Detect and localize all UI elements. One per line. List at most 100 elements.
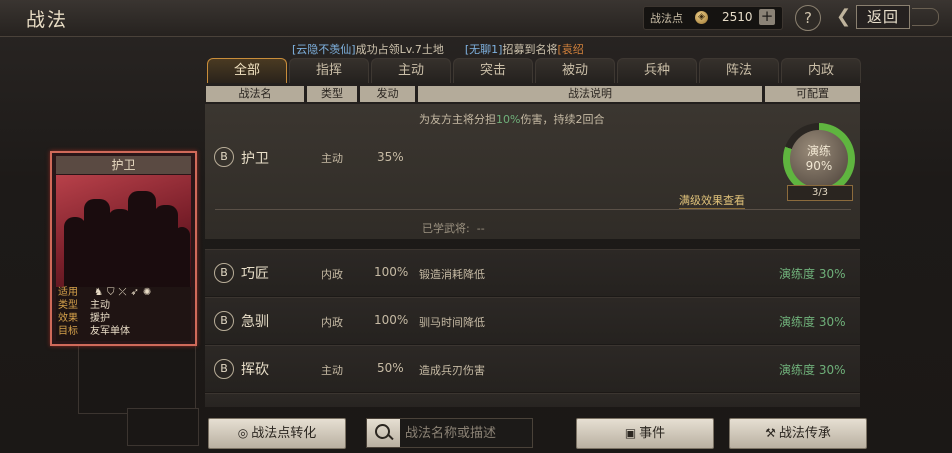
grade-badge: B [214, 359, 234, 379]
points-label: 战法点 [650, 12, 683, 25]
tactic-list[interactable]: B 护卫 主动 35% 为友方主将分担10%伤害，持续2回合 演练 90% 3/… [205, 104, 860, 407]
card-target-value: 友军单体 [90, 326, 130, 337]
tab-command[interactable]: 指挥 [289, 58, 369, 83]
coin-icon: ◈ [695, 11, 708, 24]
card-effect-row: 效果 援护 [58, 313, 110, 325]
card-suitable-row: 适用 ♞⛉⤫➶✺ [58, 287, 151, 299]
tactic-row[interactable]: B 巧匠 内政 100% 锻造消耗降低 演练度 30% [205, 249, 860, 296]
tab-internal[interactable]: 内政 [781, 58, 861, 83]
tactic-name: 巧匠 [241, 266, 269, 282]
inherit-tactic-label: 战法传承 [778, 426, 831, 441]
tactic-row[interactable]: B 挥砍 主动 50% 造成兵刃伤害 演练度 30% [205, 345, 860, 392]
tactic-description: 驯马时间降低 [419, 316, 485, 329]
card-type-label: 类型 [58, 300, 78, 311]
tab-active[interactable]: 主动 [371, 58, 451, 83]
spear-icon: ➶ [130, 287, 143, 298]
marquee-tail: [袁绍 [557, 43, 584, 56]
shield-icon: ⛉ [106, 287, 119, 298]
tab-all[interactable]: 全部 [207, 58, 287, 83]
column-header-desc: 战法说明 [418, 86, 762, 102]
cavalry-icon: ♞ [94, 287, 107, 298]
tactic-type: 主动 [321, 152, 343, 165]
search-icon[interactable] [367, 419, 400, 447]
learned-label: 已学武将: [422, 222, 470, 235]
category-tabs: 全部 指挥 主动 突击 被动 兵种 阵法 内政 [207, 58, 861, 84]
broadcast-marquee: [云隐不羡仙]成功占领Lv.7土地 [无聊1]招募到名将[袁绍 [292, 41, 584, 57]
top-bar: 战法 战法点 ◈ 2510 + ? ❮ 返回 [0, 0, 952, 37]
tab-passive[interactable]: 被动 [535, 58, 615, 83]
convert-icon: ◎ [237, 426, 249, 440]
card-title: 护卫 [56, 156, 191, 174]
card-stack-back [78, 340, 196, 414]
add-points-button[interactable]: + [759, 9, 775, 25]
learned-generals: 已学武将: -- [422, 220, 485, 236]
tactic-points-display: 战法点 ◈ 2510 + [643, 6, 783, 30]
search-input[interactable] [405, 419, 527, 447]
tactic-description: 锻造消耗降低 [419, 268, 485, 281]
siege-icon: ✺ [142, 287, 156, 298]
tactic-row-partial[interactable] [205, 393, 860, 407]
tactic-rate: 50% [377, 361, 404, 375]
tab-troop[interactable]: 兵种 [617, 58, 697, 83]
points-value: 2510 [722, 10, 753, 24]
grade-badge: B [214, 311, 234, 331]
inherit-tactic-button[interactable]: ⚒ 战法传承 [729, 418, 867, 449]
practice-label: 演练 [806, 144, 831, 158]
card-type-row: 类型 主动 [58, 300, 110, 312]
card-target-row: 目标 友军单体 [58, 326, 130, 338]
tactic-type: 内政 [321, 268, 343, 281]
events-label: 事件 [639, 426, 666, 441]
back-button[interactable]: ❮ 返回 [836, 4, 942, 30]
practice-count: 3/3 [787, 185, 853, 201]
desc-prefix: 为友方主将分担 [419, 113, 496, 126]
tactic-type: 内政 [321, 316, 343, 329]
tactic-rate: 100% [374, 313, 409, 327]
tactic-name: 急驯 [241, 314, 269, 330]
card-stack-back [127, 408, 199, 446]
marquee-text-1: 成功占领Lv.7土地 [355, 43, 444, 56]
tactic-name: 护卫 [241, 151, 269, 167]
max-effect-link[interactable]: 满级效果查看 [679, 192, 745, 209]
grade-badge: B [214, 263, 234, 283]
learned-value: -- [476, 222, 485, 235]
hammer-icon: ⚒ [765, 426, 776, 440]
back-button-label: 返回 [856, 5, 910, 29]
mastery-level: 演练度 30% [779, 363, 846, 377]
desc-highlight: 10% [496, 113, 521, 126]
search-box[interactable] [366, 418, 533, 448]
convert-points-button[interactable]: ◎ 战法点转化 [208, 418, 346, 449]
tab-assault[interactable]: 突击 [453, 58, 533, 83]
column-header-rate[interactable]: 发动 [360, 86, 415, 102]
tactic-row-expanded[interactable]: B 护卫 主动 35% 为友方主将分担10%伤害，持续2回合 演练 90% 3/… [205, 104, 860, 239]
tactic-description: 造成兵刃伤害 [419, 364, 485, 377]
marquee-player-1: [云隐不羡仙] [292, 43, 356, 56]
unit-icons: ♞⛉⤫➶✺ [94, 287, 155, 299]
tactic-rate: 35% [377, 150, 404, 164]
tab-formation[interactable]: 阵法 [699, 58, 779, 83]
card-type-value: 主动 [90, 300, 110, 311]
card-target-label: 目标 [58, 326, 78, 337]
row-divider [215, 209, 851, 210]
tactic-card[interactable]: 护卫 适用 ♞⛉⤫➶✺ 类型 主动 效果 援护 目标 友军单体 [50, 151, 197, 346]
card-effect-value: 援护 [90, 313, 110, 324]
column-header-type[interactable]: 类型 [307, 86, 357, 102]
tactic-name: 挥砍 [241, 362, 269, 378]
help-button[interactable]: ? [795, 5, 821, 31]
mastery-level: 演练度 30% [779, 315, 846, 329]
events-button[interactable]: ▣ 事件 [576, 418, 714, 449]
tactic-description: 为友方主将分担10%伤害，持续2回合 [419, 111, 604, 127]
tactic-row[interactable]: B 急驯 内政 100% 驯马时间降低 演练度 30% [205, 297, 860, 344]
column-header-name[interactable]: 战法名 [206, 86, 304, 102]
card-info: 适用 ♞⛉⤫➶✺ 类型 主动 效果 援护 目标 友军单体 [56, 287, 191, 341]
bow-icon: ⤫ [118, 287, 131, 298]
card-artwork [56, 175, 191, 287]
column-header-config[interactable]: 可配置 [765, 86, 860, 102]
grade-badge: B [214, 147, 234, 167]
marquee-text-2: 招募到名将 [502, 43, 558, 56]
desc-suffix: 伤害，持续2回合 [520, 113, 605, 126]
tactic-type: 主动 [321, 364, 343, 377]
card-suitable-label: 适用 [58, 287, 78, 298]
event-scroll-icon: ▣ [624, 426, 637, 440]
marquee-player-2: [无聊1] [464, 43, 503, 56]
convert-points-label: 战法点转化 [251, 426, 317, 441]
